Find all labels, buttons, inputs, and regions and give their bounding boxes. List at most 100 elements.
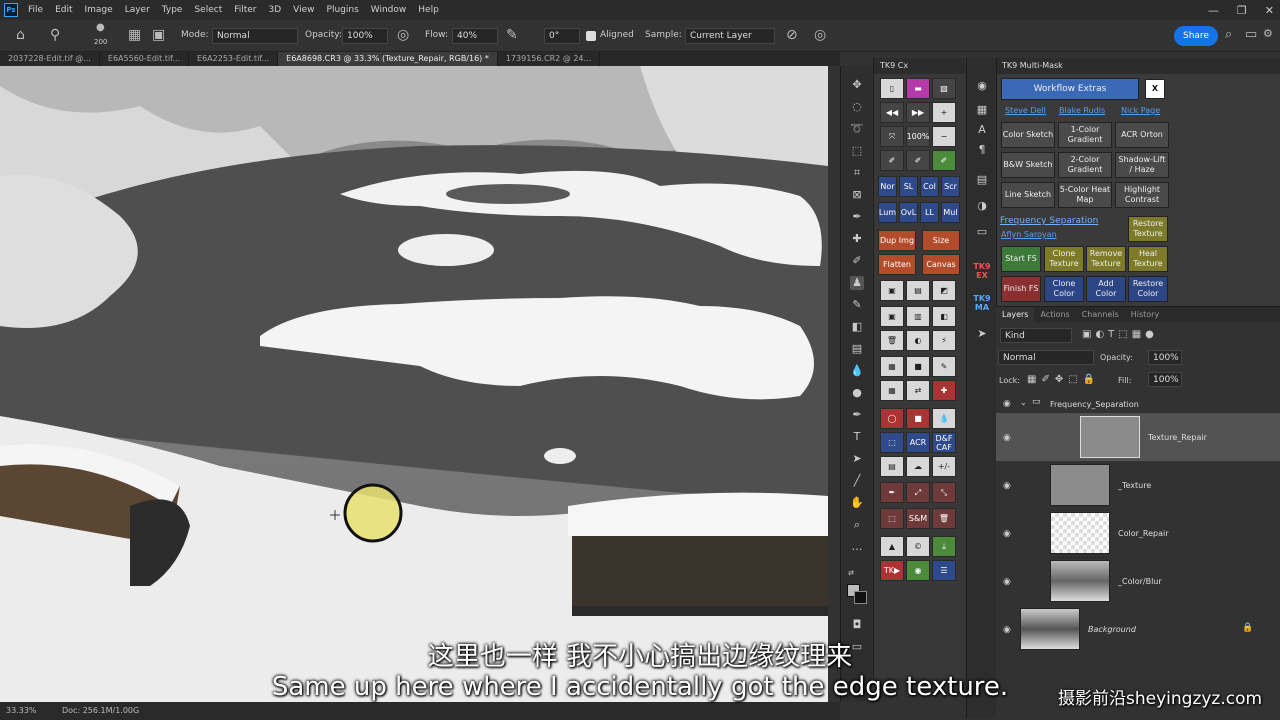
group-toggle-icon[interactable]: ⌄ bbox=[1020, 398, 1027, 407]
menu-file[interactable]: File bbox=[22, 5, 49, 15]
add-button[interactable]: + bbox=[932, 102, 956, 123]
pressure-opacity-icon[interactable]: ◎ bbox=[397, 27, 409, 43]
layer-row-texture-repair[interactable]: ◉ Texture_Repair bbox=[996, 413, 1280, 461]
dup-img-button[interactable]: Dup Img bbox=[878, 230, 916, 251]
tab-doc-active[interactable]: E6A8698.CR3 @ 33.3% (Texture_Repair, RGB… bbox=[278, 52, 498, 66]
visibility-eye-icon[interactable]: ◉ bbox=[1003, 399, 1011, 409]
pen-button[interactable]: ✒ bbox=[880, 482, 904, 503]
opacity-field[interactable]: 100% bbox=[342, 28, 388, 44]
restore-texture-top-button[interactable]: Restore Texture bbox=[1128, 216, 1168, 242]
visibility-eye-icon[interactable]: ◉ bbox=[1003, 625, 1011, 635]
menu-type[interactable]: Type bbox=[156, 5, 189, 15]
paragraph-panel-icon[interactable]: ¶ bbox=[974, 142, 990, 158]
background-color-swatch[interactable] bbox=[854, 591, 867, 604]
tab-doc-1[interactable]: 2037228-Edit.tif @... bbox=[0, 52, 100, 66]
color-bar-button[interactable]: ▬ bbox=[906, 78, 930, 99]
layer-op-14-button[interactable]: ▤ bbox=[880, 456, 904, 477]
history-brush-icon[interactable]: ✎ bbox=[850, 298, 864, 312]
highlight-contrast-button[interactable]: Highlight Contrast bbox=[1115, 182, 1169, 208]
cloud-button[interactable]: ☁ bbox=[906, 456, 930, 477]
new-doc-button[interactable]: ▯ bbox=[880, 78, 904, 99]
ignore-adjustment-icon[interactable]: ⊘ bbox=[786, 27, 798, 43]
expand-button[interactable]: ⤢ bbox=[906, 482, 930, 503]
fit-screen-button[interactable]: ⤧ bbox=[880, 126, 904, 147]
healing-brush-icon[interactable]: ✚ bbox=[850, 232, 864, 246]
layer-row-color-blur[interactable]: ◉ _Color/Blur bbox=[996, 557, 1280, 605]
brush-black-button[interactable]: ✐ bbox=[880, 150, 904, 171]
layer-op-12-button[interactable]: ▦ bbox=[880, 380, 904, 401]
link-steve-dell[interactable]: Steve Dell bbox=[1005, 106, 1046, 115]
layer-op-11-button[interactable]: ✎ bbox=[932, 356, 956, 377]
quick-mask-icon[interactable]: ◘ bbox=[850, 618, 864, 632]
canvas-button[interactable]: Canvas bbox=[922, 254, 960, 275]
menu-help[interactable]: Help bbox=[412, 5, 445, 15]
tab-doc-5[interactable]: 1739156.CR2 @ 24... bbox=[498, 52, 601, 66]
flow-field[interactable]: 40% bbox=[452, 28, 498, 44]
character-panel-icon[interactable]: A bbox=[974, 122, 990, 138]
workspace-icon[interactable]: ▭ bbox=[1245, 27, 1257, 42]
menu-layer[interactable]: Layer bbox=[119, 5, 156, 15]
tk-button[interactable]: TK▶ bbox=[880, 560, 904, 581]
properties-panel-icon[interactable]: ▭ bbox=[974, 224, 990, 240]
color-panel-icon[interactable]: ◉ bbox=[974, 78, 990, 94]
tk9-ex-tab[interactable]: TK9 EX bbox=[970, 262, 994, 280]
layer-op-4-button[interactable]: ▣ bbox=[880, 306, 904, 327]
layer-row-color-repair[interactable]: ◉ Color_Repair bbox=[996, 509, 1280, 557]
blend-lum-button[interactable]: Lum bbox=[878, 202, 897, 223]
clone-stamp-tool-icon[interactable]: ♟ bbox=[850, 276, 864, 290]
sm-button[interactable]: S&M bbox=[906, 508, 930, 529]
frequency-separation-link[interactable]: Frequency Separation bbox=[1000, 216, 1098, 226]
zoom-level[interactable]: 33.33% bbox=[6, 706, 37, 715]
home-icon[interactable]: ⌂ bbox=[16, 27, 25, 43]
zoom-tool-icon[interactable]: ⌕ bbox=[850, 518, 864, 532]
tab-layers[interactable]: Layers bbox=[996, 307, 1035, 322]
tk9-logo-icon[interactable]: ➤ bbox=[974, 326, 990, 342]
add-color-button[interactable]: Add Color bbox=[1086, 276, 1126, 302]
blend-mode-select[interactable]: Normal bbox=[998, 350, 1094, 365]
link-blake-rudis[interactable]: Blake Rudis bbox=[1059, 106, 1105, 115]
mode-select[interactable]: Normal bbox=[212, 28, 298, 44]
fill-field[interactable]: 100% bbox=[1148, 372, 1182, 387]
pressure-size-icon[interactable]: ◎ bbox=[814, 27, 826, 43]
save-button[interactable]: ⤓ bbox=[932, 536, 956, 557]
close-extras-button[interactable]: X bbox=[1145, 79, 1165, 99]
layer-filter-icons[interactable]: ▣◐T⬚▦● bbox=[1082, 329, 1158, 340]
layer-op-9-button[interactable]: ▦ bbox=[880, 356, 904, 377]
libraries-panel-icon[interactable]: ▤ bbox=[974, 172, 990, 188]
eyedropper-tool-icon[interactable]: ✒ bbox=[850, 210, 864, 224]
clone-stamp-preset-icon[interactable]: ⚲ bbox=[50, 27, 60, 43]
menu-image[interactable]: Image bbox=[79, 5, 119, 15]
start-fs-button[interactable]: Start FS bbox=[1001, 246, 1041, 272]
1-color-gradient-button[interactable]: 1-Color Gradient bbox=[1058, 122, 1112, 148]
tab-channels[interactable]: Channels bbox=[1076, 307, 1125, 322]
search-icon[interactable]: ⌕ bbox=[1225, 27, 1232, 42]
forward-button[interactable]: ▶▶ bbox=[906, 102, 930, 123]
brush-green-button[interactable]: ✐ bbox=[932, 150, 956, 171]
layer-group-row[interactable]: ◉ ⌄ ▭ Frequency_Separation bbox=[996, 395, 1280, 413]
layer-op-5-button[interactable]: ▥ bbox=[906, 306, 930, 327]
blend-nor-button[interactable]: Nor bbox=[878, 176, 897, 197]
workflow-extras-button[interactable]: Workflow Extras bbox=[1001, 78, 1139, 100]
more-tools-icon[interactable]: … bbox=[850, 540, 864, 554]
menu-select[interactable]: Select bbox=[188, 5, 228, 15]
zoom-100-button[interactable]: 100% bbox=[906, 126, 930, 147]
dfcaf-button[interactable]: D&F CAF bbox=[932, 432, 956, 453]
blend-ll-button[interactable]: LL bbox=[920, 202, 939, 223]
trash-button[interactable]: 🗑 bbox=[880, 330, 904, 351]
crop-tool-icon[interactable]: ⌗ bbox=[850, 166, 864, 180]
layer-op-3-button[interactable]: ◩ bbox=[932, 280, 956, 301]
triangle-button[interactable]: ▲ bbox=[880, 536, 904, 557]
blend-ovl-button[interactable]: OvL bbox=[899, 202, 918, 223]
brush-settings-icon[interactable]: ▦ bbox=[128, 27, 141, 43]
heal-texture-button[interactable]: Heal Texture bbox=[1128, 246, 1168, 272]
color-sketch-button[interactable]: Color Sketch bbox=[1001, 122, 1055, 148]
menu-3d[interactable]: 3D bbox=[263, 5, 288, 15]
eye-button[interactable]: ◉ bbox=[906, 560, 930, 581]
menu-edit[interactable]: Edit bbox=[49, 5, 78, 15]
layer-row-texture[interactable]: ◉ _Texture bbox=[996, 461, 1280, 509]
layer-filter-kind[interactable]: Kind bbox=[1000, 328, 1072, 343]
restore-color-button[interactable]: Restore Color bbox=[1128, 276, 1168, 302]
delete-button[interactable]: 🗑 bbox=[932, 508, 956, 529]
size-button[interactable]: Size bbox=[922, 230, 960, 251]
5-color-heat-map-button[interactable]: 5-Color Heat Map bbox=[1058, 182, 1112, 208]
